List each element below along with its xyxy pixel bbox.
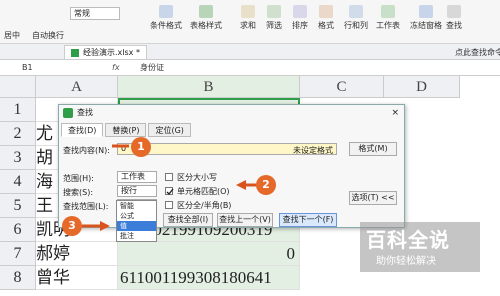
watermark-title: 百科全说 [366,228,450,252]
watermark-subtitle: 助你轻松解决 [376,256,436,267]
annotation-badge-1: 1 [131,137,151,157]
annotation-badge-2: 2 [256,175,276,195]
watermark: 百科全说 助你轻松解决 [360,222,480,272]
arrow-3-head [100,221,110,231]
annotation-badge-3: 3 [62,216,82,236]
arrow-2-head [236,180,246,190]
